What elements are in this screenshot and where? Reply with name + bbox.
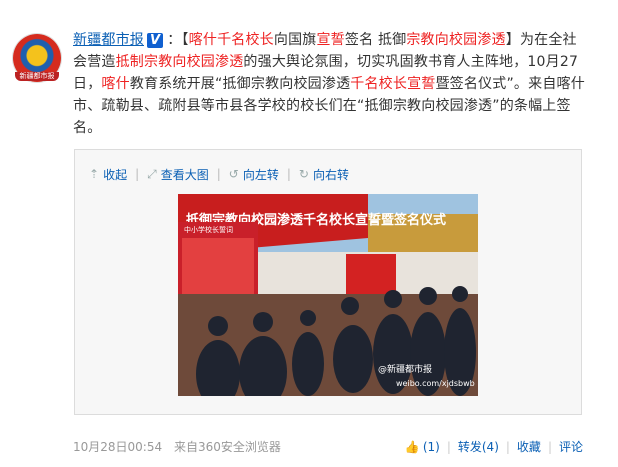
action-divider: |	[446, 439, 451, 454]
rotate-left-icon: ↺	[228, 167, 239, 181]
arrow-up-icon: ⇡	[89, 167, 100, 181]
favorite-button[interactable]: 收藏	[517, 438, 541, 455]
rotate-right-label: 向右转	[312, 167, 349, 182]
collapse-label: 收起	[103, 167, 128, 182]
post-text-segment: 【	[181, 32, 189, 48]
toolbar-divider: |	[216, 167, 221, 181]
toolbar-divider: |	[286, 167, 291, 181]
action-divider: |	[547, 439, 552, 454]
post-photo[interactable]: 抵御宗教向校园渗透千名校长宣誓暨签名仪式 中小学校长誓词 @新疆都市报 weib…	[178, 194, 478, 396]
watermark: @新疆都市报	[378, 363, 432, 375]
flag-banner	[346, 254, 396, 294]
highlighted-keyword[interactable]: 喀什千名校长	[189, 32, 274, 48]
expand-icon: ⤢	[147, 166, 157, 181]
highlighted-keyword[interactable]: 抵制宗教向校园渗透	[116, 54, 244, 70]
post-text-segment: 教育系统开展“抵御宗教向校园渗透	[129, 76, 351, 92]
highlighted-keyword[interactable]: 宗教向校园渗透	[406, 32, 505, 48]
rotate-right-button[interactable]: ↻ 向右转	[299, 166, 349, 183]
toolbar-divider: |	[135, 167, 140, 181]
avatar-caption: 新疆都市报	[15, 72, 59, 81]
watermark-url: weibo.com/xjdsbwb	[396, 379, 475, 388]
repost-button[interactable]: 转发(4)	[458, 438, 499, 455]
action-divider: |	[505, 439, 510, 454]
post-meta: 10月28日00:54 来自360安全浏览器	[73, 438, 281, 455]
comment-button[interactable]: 评论	[559, 438, 583, 455]
board-title: 中小学校长誓词	[184, 225, 233, 234]
like-button[interactable]: 👍 (1)	[405, 440, 440, 454]
post-text: 新疆都市报 V ：【喀什千名校长向国旗宣誓签名 抵御宗教向校园渗透】为在全社会营造抵…	[73, 29, 585, 139]
from-label: 来自	[173, 440, 198, 454]
view-large-label: 查看大图	[160, 167, 209, 182]
highlighted-keyword[interactable]: 喀什	[101, 76, 129, 92]
post-text-segment: 签名 抵御	[344, 32, 407, 48]
verified-badge-icon: V	[147, 33, 164, 48]
source-link[interactable]: 360安全浏览器	[198, 440, 281, 454]
media-box: ⇡ 收起 | ⤢ 查看大图 | ↺ 向左转 | ↻ 向右转 抵御宗教向校园渗透千名校长宣誓暨签…	[74, 149, 582, 415]
author-link[interactable]: 新疆都市报	[73, 32, 144, 48]
collapse-button[interactable]: ⇡ 收起 |	[89, 166, 139, 183]
post-time-link[interactable]: 10月28日00:54	[73, 440, 162, 454]
author-colon: ：	[167, 32, 182, 48]
like-count: (1)	[422, 439, 440, 454]
highlighted-keyword[interactable]: 宣誓	[316, 32, 344, 48]
rotate-left-label: 向左转	[242, 167, 279, 182]
post-actions: 👍 (1) | 转发(4) | 收藏 | 评论	[405, 438, 583, 455]
thumbs-up-icon: 👍	[404, 439, 420, 454]
media-toolbar: ⇡ 收起 | ⤢ 查看大图 | ↺ 向左转 | ↻ 向右转	[89, 160, 357, 188]
rotate-left-button[interactable]: ↺ 向左转 |	[229, 166, 291, 183]
highlighted-keyword[interactable]: 千名校长宣誓	[350, 76, 435, 92]
view-large-button[interactable]: ⤢ 查看大图 |	[147, 166, 221, 183]
rotate-right-icon: ↻	[298, 167, 309, 181]
post-text-segment: 向国旗	[273, 32, 317, 48]
photo-scene: 抵御宗教向校园渗透千名校长宣誓暨签名仪式 中小学校长誓词 @新疆都市报 weib…	[178, 194, 478, 396]
